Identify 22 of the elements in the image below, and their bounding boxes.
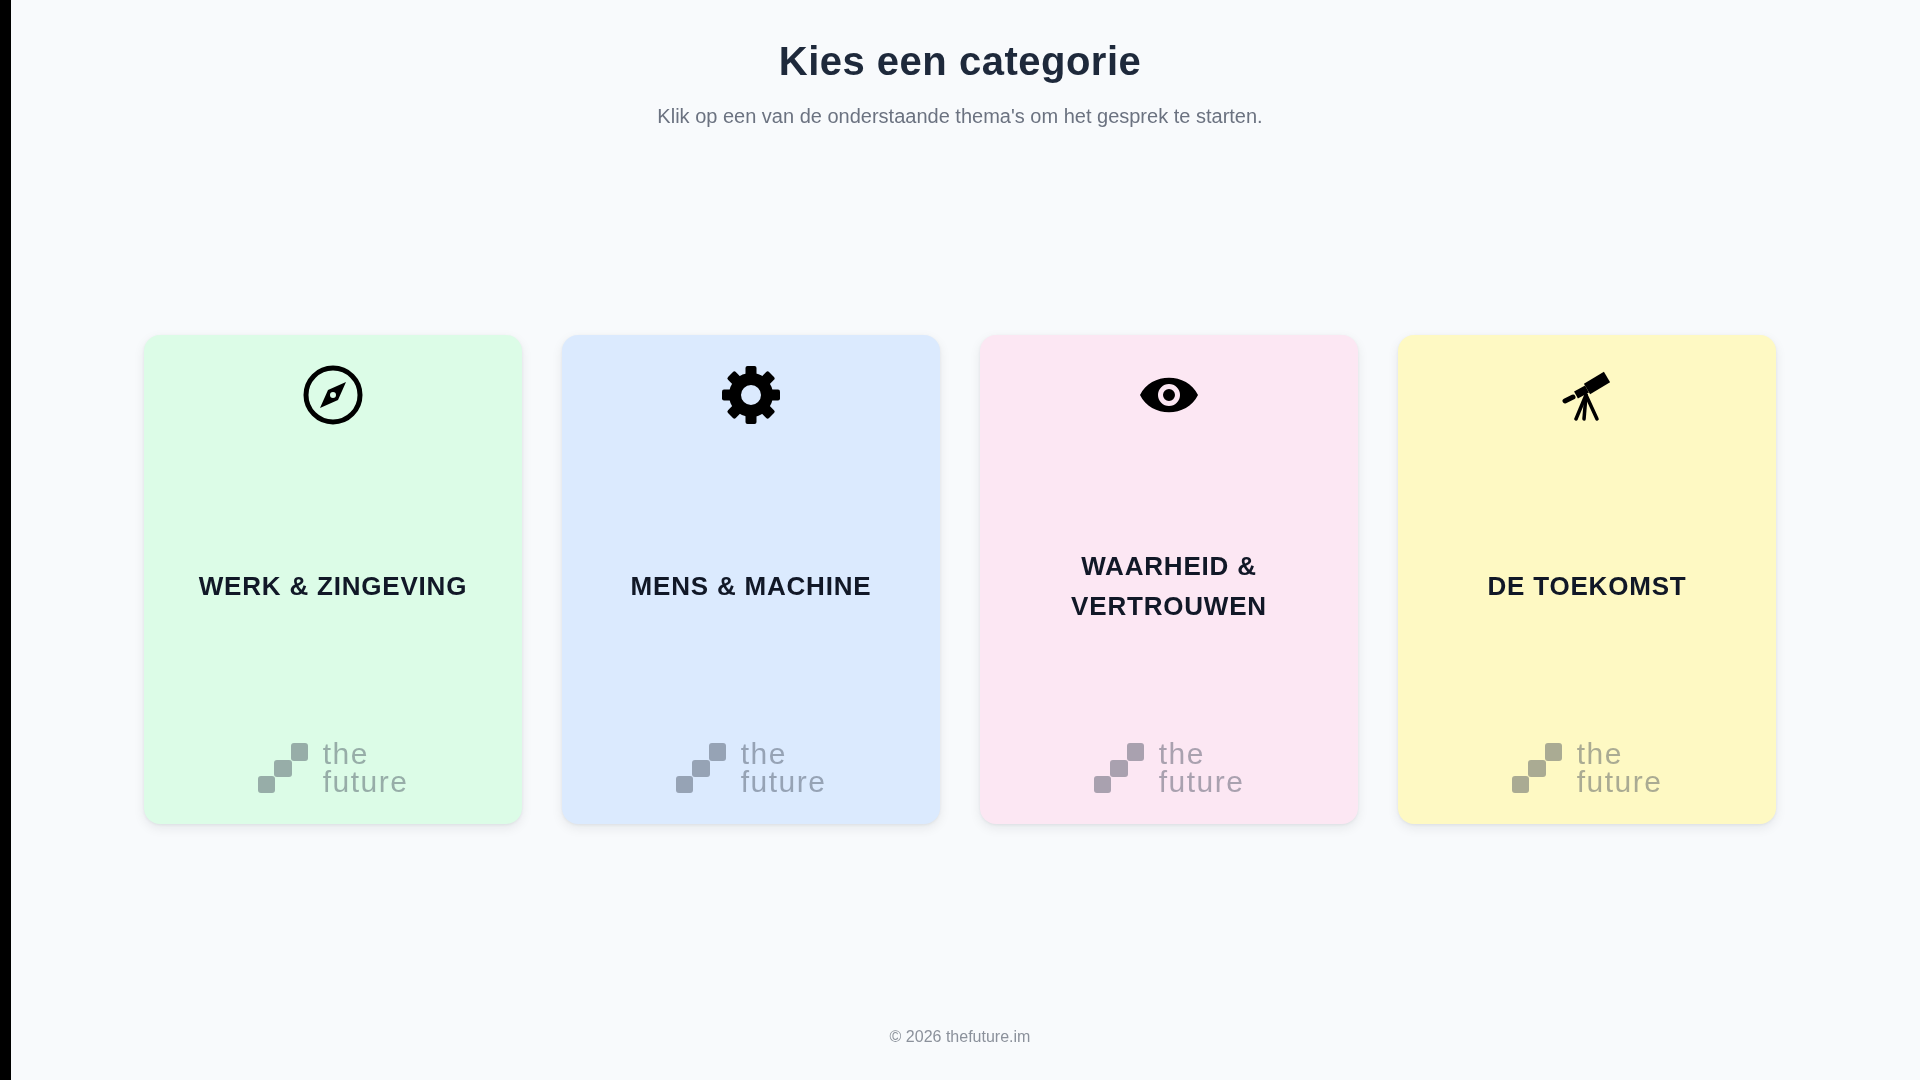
logo-wordmark: the future <box>322 740 409 796</box>
page-subtitle: Klik op een van de onderstaande thema's om het gesprek te starten. <box>657 104 1263 129</box>
stairs-logo-icon <box>675 743 726 793</box>
category-title: WAARHEID & VERTROUWEN <box>1070 549 1268 623</box>
stairs-logo-icon <box>257 743 308 793</box>
eye-icon <box>1139 376 1199 414</box>
stairs-logo-icon <box>1511 743 1562 793</box>
category-title: DE TOEKOMST <box>1487 569 1687 603</box>
category-title: MENS & MACHINE <box>630 569 872 603</box>
logo-wordmark: the future <box>1158 740 1245 796</box>
category-title: WERK & ZINGEVING <box>198 569 468 603</box>
gear-icon <box>721 365 781 425</box>
compass-icon <box>303 365 363 425</box>
category-card[interactable]: DE TOEKOMST the future <box>1398 335 1776 824</box>
logo-wordmark: the future <box>740 740 827 796</box>
category-card[interactable]: MENS & MACHINE the future <box>562 335 940 824</box>
category-card[interactable]: WERK & ZINGEVING the future <box>144 335 522 824</box>
category-card[interactable]: WAARHEID & VERTROUWEN the future <box>980 335 1358 824</box>
page-title: Kies een categorie <box>778 38 1142 85</box>
logo-wordmark: the future <box>1576 740 1663 796</box>
footer-copyright: © 2026 thefuture.im <box>889 1027 1031 1047</box>
stairs-logo-icon <box>1093 743 1144 793</box>
